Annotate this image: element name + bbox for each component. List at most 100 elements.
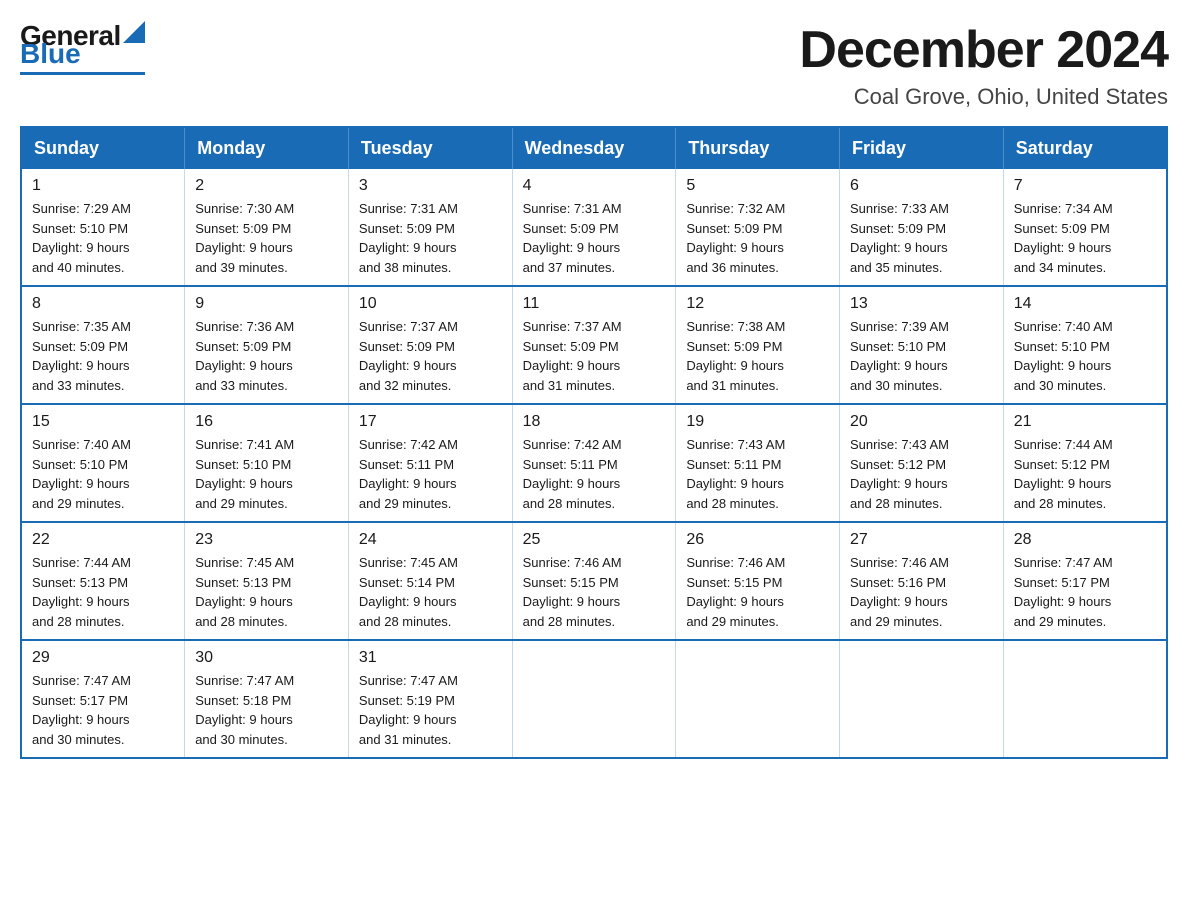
logo-blue-text: Blue: [20, 38, 81, 70]
day-info: Sunrise: 7:40 AM Sunset: 5:10 PM Dayligh…: [1014, 317, 1156, 395]
day-number: 1: [32, 177, 174, 195]
calendar-cell: [676, 640, 840, 758]
day-info: Sunrise: 7:33 AM Sunset: 5:09 PM Dayligh…: [850, 199, 993, 277]
calendar-cell: [1003, 640, 1167, 758]
day-number: 4: [523, 177, 666, 195]
calendar-cell: 30 Sunrise: 7:47 AM Sunset: 5:18 PM Dayl…: [185, 640, 349, 758]
logo: General Blue: [20, 20, 145, 75]
day-number: 25: [523, 531, 666, 549]
day-info: Sunrise: 7:35 AM Sunset: 5:09 PM Dayligh…: [32, 317, 174, 395]
day-number: 19: [686, 413, 829, 431]
calendar-header-saturday: Saturday: [1003, 127, 1167, 169]
day-number: 10: [359, 295, 502, 313]
calendar-cell: 23 Sunrise: 7:45 AM Sunset: 5:13 PM Dayl…: [185, 522, 349, 640]
day-info: Sunrise: 7:32 AM Sunset: 5:09 PM Dayligh…: [686, 199, 829, 277]
day-number: 21: [1014, 413, 1156, 431]
calendar-cell: 18 Sunrise: 7:42 AM Sunset: 5:11 PM Dayl…: [512, 404, 676, 522]
calendar-week-row: 8 Sunrise: 7:35 AM Sunset: 5:09 PM Dayli…: [21, 286, 1167, 404]
calendar-cell: 3 Sunrise: 7:31 AM Sunset: 5:09 PM Dayli…: [348, 169, 512, 286]
day-number: 17: [359, 413, 502, 431]
day-number: 8: [32, 295, 174, 313]
calendar-cell: 27 Sunrise: 7:46 AM Sunset: 5:16 PM Dayl…: [840, 522, 1004, 640]
day-number: 22: [32, 531, 174, 549]
day-number: 27: [850, 531, 993, 549]
calendar-cell: 25 Sunrise: 7:46 AM Sunset: 5:15 PM Dayl…: [512, 522, 676, 640]
day-info: Sunrise: 7:36 AM Sunset: 5:09 PM Dayligh…: [195, 317, 338, 395]
calendar-cell: 14 Sunrise: 7:40 AM Sunset: 5:10 PM Dayl…: [1003, 286, 1167, 404]
day-info: Sunrise: 7:40 AM Sunset: 5:10 PM Dayligh…: [32, 435, 174, 513]
day-info: Sunrise: 7:38 AM Sunset: 5:09 PM Dayligh…: [686, 317, 829, 395]
day-number: 18: [523, 413, 666, 431]
day-info: Sunrise: 7:45 AM Sunset: 5:14 PM Dayligh…: [359, 553, 502, 631]
day-number: 29: [32, 649, 174, 667]
calendar-cell: 4 Sunrise: 7:31 AM Sunset: 5:09 PM Dayli…: [512, 169, 676, 286]
day-number: 5: [686, 177, 829, 195]
day-number: 20: [850, 413, 993, 431]
calendar-header-friday: Friday: [840, 127, 1004, 169]
calendar-cell: 8 Sunrise: 7:35 AM Sunset: 5:09 PM Dayli…: [21, 286, 185, 404]
calendar-header-tuesday: Tuesday: [348, 127, 512, 169]
day-info: Sunrise: 7:47 AM Sunset: 5:17 PM Dayligh…: [1014, 553, 1156, 631]
day-info: Sunrise: 7:39 AM Sunset: 5:10 PM Dayligh…: [850, 317, 993, 395]
day-info: Sunrise: 7:31 AM Sunset: 5:09 PM Dayligh…: [523, 199, 666, 277]
calendar-cell: 6 Sunrise: 7:33 AM Sunset: 5:09 PM Dayli…: [840, 169, 1004, 286]
calendar-cell: 5 Sunrise: 7:32 AM Sunset: 5:09 PM Dayli…: [676, 169, 840, 286]
day-info: Sunrise: 7:44 AM Sunset: 5:12 PM Dayligh…: [1014, 435, 1156, 513]
day-number: 9: [195, 295, 338, 313]
day-number: 16: [195, 413, 338, 431]
calendar-header-thursday: Thursday: [676, 127, 840, 169]
day-info: Sunrise: 7:37 AM Sunset: 5:09 PM Dayligh…: [523, 317, 666, 395]
day-number: 11: [523, 295, 666, 313]
day-number: 13: [850, 295, 993, 313]
day-number: 26: [686, 531, 829, 549]
calendar-week-row: 29 Sunrise: 7:47 AM Sunset: 5:17 PM Dayl…: [21, 640, 1167, 758]
day-info: Sunrise: 7:41 AM Sunset: 5:10 PM Dayligh…: [195, 435, 338, 513]
calendar-cell: 31 Sunrise: 7:47 AM Sunset: 5:19 PM Dayl…: [348, 640, 512, 758]
calendar-cell: 26 Sunrise: 7:46 AM Sunset: 5:15 PM Dayl…: [676, 522, 840, 640]
calendar-cell: [840, 640, 1004, 758]
title-area: December 2024 Coal Grove, Ohio, United S…: [799, 20, 1168, 110]
day-info: Sunrise: 7:42 AM Sunset: 5:11 PM Dayligh…: [523, 435, 666, 513]
day-info: Sunrise: 7:47 AM Sunset: 5:18 PM Dayligh…: [195, 671, 338, 749]
calendar-cell: 22 Sunrise: 7:44 AM Sunset: 5:13 PM Dayl…: [21, 522, 185, 640]
calendar-table: SundayMondayTuesdayWednesdayThursdayFrid…: [20, 126, 1168, 759]
calendar-cell: 15 Sunrise: 7:40 AM Sunset: 5:10 PM Dayl…: [21, 404, 185, 522]
day-number: 15: [32, 413, 174, 431]
day-info: Sunrise: 7:44 AM Sunset: 5:13 PM Dayligh…: [32, 553, 174, 631]
day-info: Sunrise: 7:46 AM Sunset: 5:15 PM Dayligh…: [523, 553, 666, 631]
day-info: Sunrise: 7:47 AM Sunset: 5:19 PM Dayligh…: [359, 671, 502, 749]
day-info: Sunrise: 7:42 AM Sunset: 5:11 PM Dayligh…: [359, 435, 502, 513]
calendar-title: December 2024: [799, 20, 1168, 80]
day-info: Sunrise: 7:37 AM Sunset: 5:09 PM Dayligh…: [359, 317, 502, 395]
day-info: Sunrise: 7:29 AM Sunset: 5:10 PM Dayligh…: [32, 199, 174, 277]
calendar-header-monday: Monday: [185, 127, 349, 169]
calendar-cell: 12 Sunrise: 7:38 AM Sunset: 5:09 PM Dayl…: [676, 286, 840, 404]
calendar-subtitle: Coal Grove, Ohio, United States: [799, 84, 1168, 110]
day-info: Sunrise: 7:43 AM Sunset: 5:12 PM Dayligh…: [850, 435, 993, 513]
calendar-cell: [512, 640, 676, 758]
day-number: 6: [850, 177, 993, 195]
calendar-cell: 11 Sunrise: 7:37 AM Sunset: 5:09 PM Dayl…: [512, 286, 676, 404]
calendar-cell: 28 Sunrise: 7:47 AM Sunset: 5:17 PM Dayl…: [1003, 522, 1167, 640]
day-number: 7: [1014, 177, 1156, 195]
calendar-cell: 13 Sunrise: 7:39 AM Sunset: 5:10 PM Dayl…: [840, 286, 1004, 404]
day-number: 3: [359, 177, 502, 195]
calendar-cell: 19 Sunrise: 7:43 AM Sunset: 5:11 PM Dayl…: [676, 404, 840, 522]
logo-triangle-icon: [123, 21, 145, 43]
calendar-cell: 17 Sunrise: 7:42 AM Sunset: 5:11 PM Dayl…: [348, 404, 512, 522]
calendar-header-sunday: Sunday: [21, 127, 185, 169]
calendar-cell: 24 Sunrise: 7:45 AM Sunset: 5:14 PM Dayl…: [348, 522, 512, 640]
day-number: 30: [195, 649, 338, 667]
day-info: Sunrise: 7:30 AM Sunset: 5:09 PM Dayligh…: [195, 199, 338, 277]
calendar-cell: 20 Sunrise: 7:43 AM Sunset: 5:12 PM Dayl…: [840, 404, 1004, 522]
day-number: 28: [1014, 531, 1156, 549]
calendar-cell: 1 Sunrise: 7:29 AM Sunset: 5:10 PM Dayli…: [21, 169, 185, 286]
calendar-cell: 29 Sunrise: 7:47 AM Sunset: 5:17 PM Dayl…: [21, 640, 185, 758]
logo-underline: [20, 72, 145, 75]
day-info: Sunrise: 7:34 AM Sunset: 5:09 PM Dayligh…: [1014, 199, 1156, 277]
day-info: Sunrise: 7:46 AM Sunset: 5:16 PM Dayligh…: [850, 553, 993, 631]
day-number: 24: [359, 531, 502, 549]
day-info: Sunrise: 7:31 AM Sunset: 5:09 PM Dayligh…: [359, 199, 502, 277]
day-info: Sunrise: 7:43 AM Sunset: 5:11 PM Dayligh…: [686, 435, 829, 513]
calendar-cell: 9 Sunrise: 7:36 AM Sunset: 5:09 PM Dayli…: [185, 286, 349, 404]
